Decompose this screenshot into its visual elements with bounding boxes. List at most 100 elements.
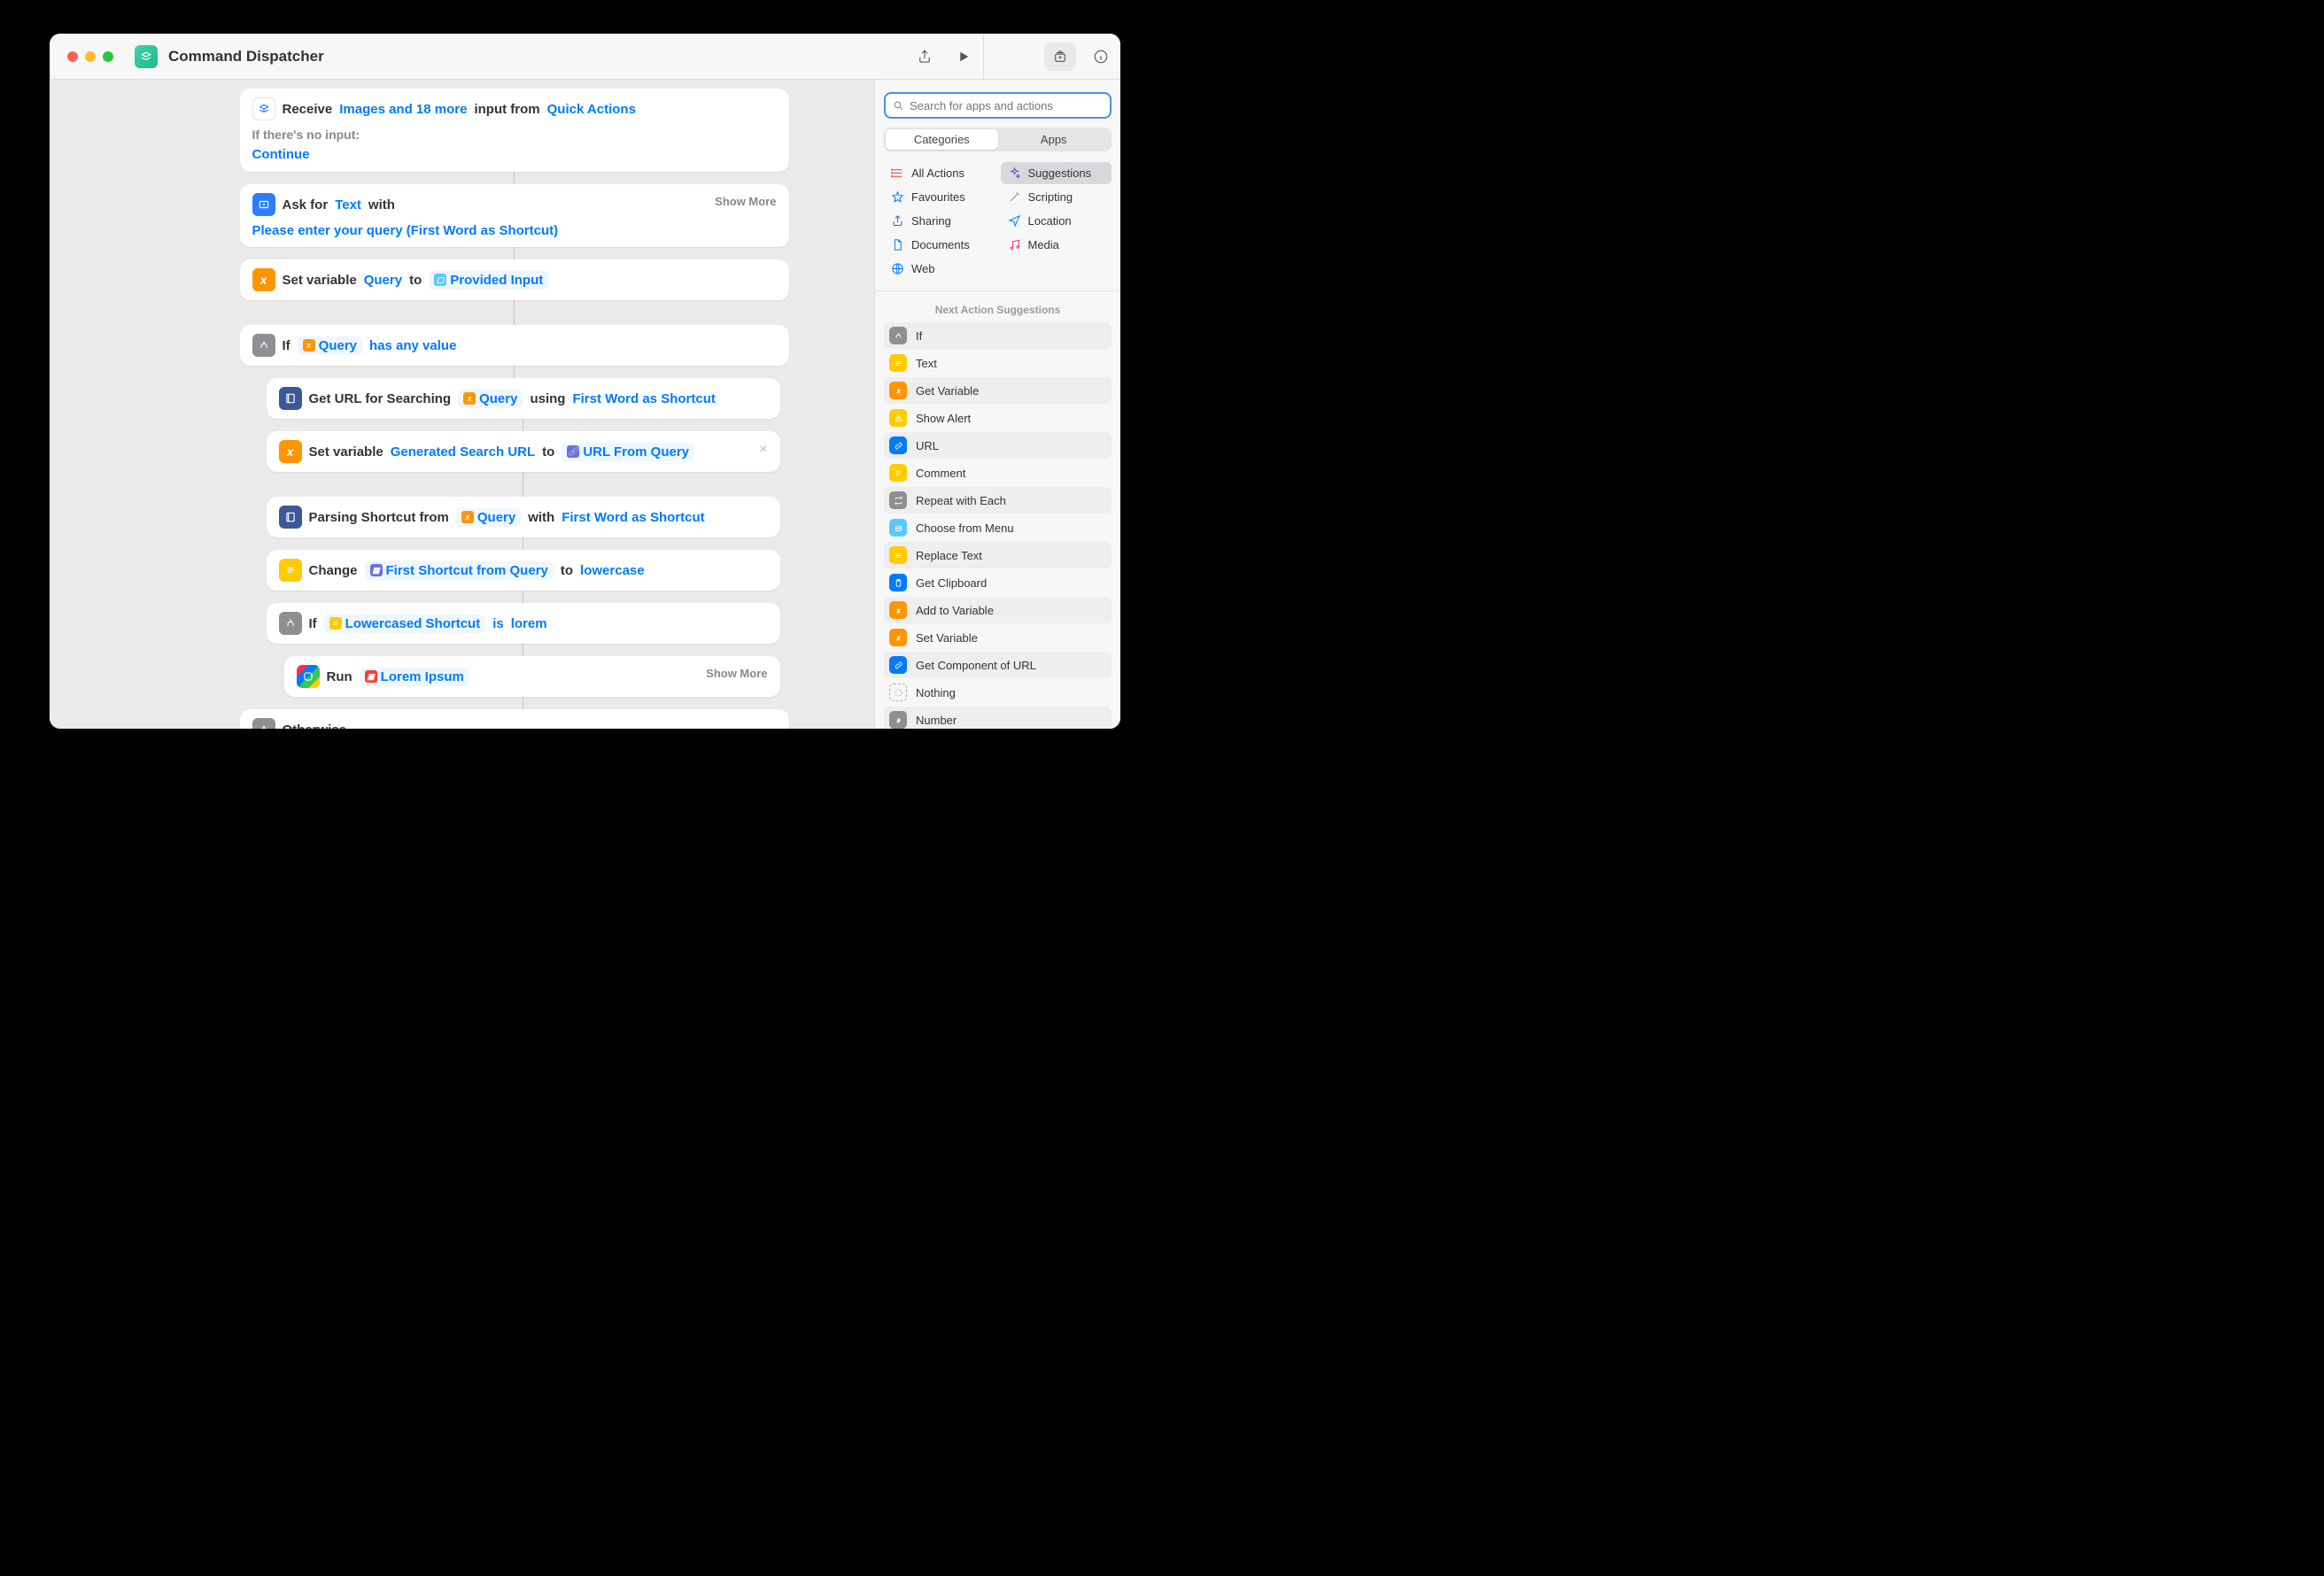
set-variable-icon: x [279, 440, 302, 463]
search-input[interactable] [910, 99, 1103, 112]
category-web[interactable]: Web [884, 258, 995, 280]
star-icon [891, 190, 904, 204]
suggestion-set-variable[interactable]: xSet Variable [884, 624, 1112, 651]
search-icon [893, 100, 904, 112]
traffic-lights [67, 51, 113, 62]
if2-value[interactable]: lorem [511, 616, 547, 631]
variable-value-provided-input[interactable]: ▢ Provided Input [429, 271, 548, 290]
action-otherwise[interactable]: Otherwise [240, 709, 789, 729]
variable-name-query[interactable]: Query [364, 273, 402, 288]
segment-categories[interactable]: Categories [886, 129, 998, 150]
suggestion-get-clipboard[interactable]: Get Clipboard [884, 569, 1112, 596]
suggestions-header: Next Action Suggestions [884, 304, 1112, 316]
show-more-button[interactable]: Show More [706, 667, 767, 680]
suggestion-icon [889, 464, 907, 482]
if2-condition[interactable]: is [492, 616, 504, 631]
geturl-variable[interactable]: x Query [458, 390, 523, 408]
titlebar: Command Dispatcher [50, 34, 1120, 80]
change-case-value[interactable]: lowercase [580, 563, 645, 578]
action-library: Categories Apps All Actions Suggestions Fa… [874, 80, 1120, 729]
action-run-shortcut[interactable]: Show More Run ▣ Lorem Ipsum [284, 656, 780, 697]
suggestion-icon [889, 409, 907, 427]
suggestion-get-component-of-url[interactable]: Get Component of URL [884, 652, 1112, 678]
variable-value-url-from-query[interactable]: 🔗 URL From Query [562, 443, 694, 461]
svg-text:x: x [895, 606, 901, 614]
dictionary-icon [279, 506, 302, 529]
info-button[interactable] [1081, 34, 1120, 80]
suggestion-if[interactable]: If [884, 322, 1112, 349]
receive-source[interactable]: Quick Actions [547, 102, 636, 117]
action-receive[interactable]: Receive Images and 18 more input from Qu… [240, 89, 789, 172]
library-segment[interactable]: Categories Apps [884, 127, 1112, 151]
suggestion-add-to-variable[interactable]: xAdd to Variable [884, 597, 1112, 623]
run-button[interactable] [944, 34, 983, 80]
shortcuts-app-icon [297, 665, 320, 688]
show-more-button[interactable]: Show More [715, 195, 776, 208]
variable-name-url[interactable]: Generated Search URL [391, 444, 535, 460]
if-icon [279, 612, 302, 635]
action-set-variable-url[interactable]: × x Set variable Generated Search URL to… [267, 431, 780, 472]
action-if-query[interactable]: If x Query has any value [240, 325, 789, 366]
segment-apps[interactable]: Apps [998, 129, 1111, 150]
suggestion-choose-from-menu[interactable]: Choose from Menu [884, 514, 1112, 541]
category-favourites[interactable]: Favourites [884, 186, 995, 208]
svg-text:x: x [895, 386, 901, 394]
category-grid: All Actions Suggestions Favourites Scriptin… [884, 162, 1112, 280]
if-variable-query[interactable]: x Query [298, 336, 362, 355]
category-location[interactable]: Location [1001, 210, 1112, 232]
workflow-editor: Receive Images and 18 more input from Qu… [50, 80, 874, 729]
action-get-url[interactable]: Get URL for Searching x Query using Firs… [267, 378, 780, 419]
suggestion-icon: x [889, 629, 907, 646]
suggestion-icon [889, 684, 907, 701]
window-title: Command Dispatcher [168, 48, 324, 66]
suggestion-icon [889, 546, 907, 564]
action-set-variable-query[interactable]: x Set variable Query to ▢ Provided Input [240, 259, 789, 300]
url-icon: 🔗 [567, 445, 579, 458]
suggestion-comment[interactable]: Comment [884, 460, 1112, 486]
suggestion-replace-text[interactable]: Replace Text [884, 542, 1112, 568]
suggestion-show-alert[interactable]: Show Alert [884, 405, 1112, 431]
suggestion-icon: x [889, 601, 907, 619]
geturl-dict[interactable]: First Word as Shortcut [572, 391, 715, 406]
parse-dict[interactable]: First Word as Shortcut [562, 510, 704, 525]
category-all-actions[interactable]: All Actions [884, 162, 995, 184]
suggestion-icon: x [889, 382, 907, 399]
parse-variable[interactable]: x Query [456, 508, 521, 527]
suggestion-repeat-with-each[interactable]: Repeat with Each [884, 487, 1112, 514]
svg-text:#: # [896, 717, 900, 723]
category-documents[interactable]: Documents [884, 234, 995, 256]
if2-variable[interactable]: ≡ Lowercased Shortcut [324, 614, 486, 633]
suggestion-text[interactable]: Text [884, 350, 1112, 376]
ask-prompt[interactable]: Please enter your query (First Word as S… [252, 223, 559, 238]
maximize-button[interactable] [103, 51, 113, 62]
no-input-action[interactable]: Continue [252, 147, 310, 162]
suggestion-icon [889, 354, 907, 372]
share-button[interactable] [905, 34, 944, 80]
suggestion-get-variable[interactable]: xGet Variable [884, 377, 1112, 404]
ask-type[interactable]: Text [335, 197, 361, 212]
category-sharing[interactable]: Sharing [884, 210, 995, 232]
action-ask[interactable]: Show More Ask for Text with Please enter… [240, 184, 789, 247]
variable-icon: x [303, 339, 315, 352]
remove-action-button[interactable]: × [759, 442, 767, 458]
category-suggestions[interactable]: Suggestions [1001, 162, 1112, 184]
action-if-lowercased[interactable]: If ≡ Lowercased Shortcut is lorem [267, 603, 780, 644]
suggestion-url[interactable]: URL [884, 432, 1112, 459]
run-shortcut-name[interactable]: ▣ Lorem Ipsum [360, 668, 469, 686]
action-parse-shortcut[interactable]: Parsing Shortcut from x Query with First… [267, 497, 780, 537]
variable-icon: x [463, 392, 476, 405]
action-change-case[interactable]: Change ▦ First Shortcut from Query to lo… [267, 550, 780, 591]
close-button[interactable] [67, 51, 78, 62]
category-scripting[interactable]: Scripting [1001, 186, 1112, 208]
receive-types[interactable]: Images and 18 more [339, 102, 467, 117]
if-icon [252, 334, 275, 357]
suggestion-nothing[interactable]: Nothing [884, 679, 1112, 706]
library-toggle[interactable] [1044, 42, 1076, 71]
if-condition[interactable]: has any value [369, 338, 456, 353]
minimize-button[interactable] [85, 51, 96, 62]
search-field[interactable] [884, 92, 1112, 119]
change-variable[interactable]: ▦ First Shortcut from Query [365, 561, 554, 580]
category-media[interactable]: Media [1001, 234, 1112, 256]
text-result-icon: ≡ [329, 617, 342, 630]
suggestion-number[interactable]: #Number [884, 707, 1112, 729]
